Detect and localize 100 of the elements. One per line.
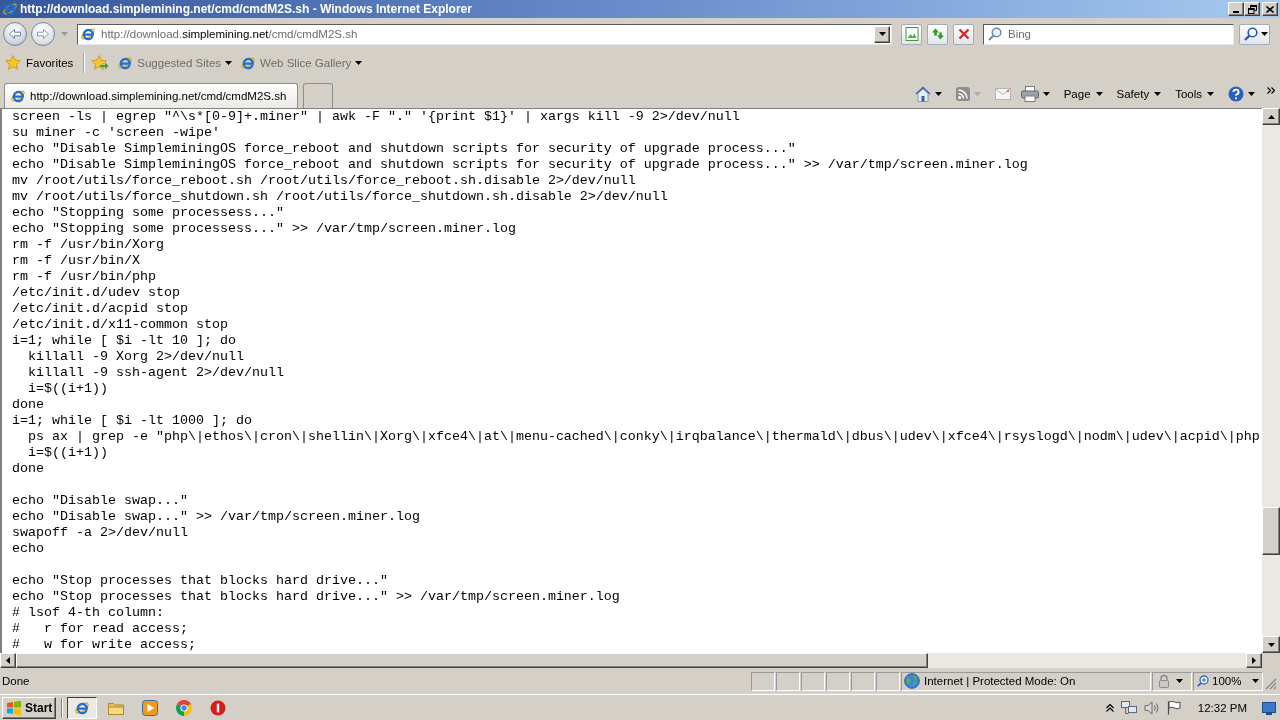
code-line: echo "Stop processes that blocks hard drive..." >> /var/tmp/screen.miner.log [12, 589, 620, 605]
code-line: rm -f /usr/bin/X [12, 253, 140, 269]
scroll-down-button[interactable] [1262, 636, 1280, 653]
dropdown-button[interactable] [874, 25, 890, 43]
caret-icon [1207, 92, 1214, 96]
printer-icon[interactable] [1020, 86, 1039, 102]
compatibility-view-button[interactable] [901, 23, 922, 45]
address-field[interactable]: http://download.simplemining.net/cmd/cmdM2S.sh [77, 23, 892, 45]
code-line: i=$((i+1)) [27, 381, 108, 397]
refresh-button[interactable] [927, 23, 948, 45]
caret-icon [973, 92, 981, 96]
flag-icon[interactable] [1166, 700, 1181, 715]
minimize-icon [1233, 11, 1239, 13]
restore-button[interactable] [1244, 2, 1260, 16]
code-line: su miner -c 'screen -wipe' [12, 125, 220, 141]
browser-logo-icon [74, 699, 90, 716]
back-button[interactable] [3, 22, 27, 46]
caret-icon [878, 32, 886, 36]
status-panel [851, 671, 875, 691]
favorites-bar-item[interactable]: Suggested Sites [117, 55, 233, 71]
protected-mode-button[interactable] [1152, 671, 1192, 691]
close-icon [1266, 5, 1274, 13]
restore-icon [1247, 4, 1257, 14]
browser-logo-icon [80, 26, 96, 42]
code-line: /etc/init.d/acpid stop [12, 301, 188, 317]
browser-tab[interactable]: http://download.simplemining.net/cmd/cmdM2S.sh [4, 83, 298, 108]
vertical-scrollbar[interactable] [1262, 108, 1280, 653]
code-line: i=$((i+1)) [27, 445, 108, 461]
right-triangle-icon [1252, 657, 1256, 664]
home-icon[interactable] [914, 86, 931, 102]
show-desktop-icon[interactable] [1262, 700, 1276, 715]
favorites-button[interactable]: Favorites [5, 55, 74, 71]
search-field[interactable]: Bing [983, 23, 1234, 45]
search-icon [1244, 27, 1258, 41]
code-line: mv /root/utils/force_shutdown.sh /root/utils/force_shutdown.sh.disable 2>/dev/null [12, 189, 668, 205]
feed-icon[interactable] [955, 87, 970, 101]
star-arrow-icon[interactable] [91, 55, 110, 71]
command-menu-button[interactable]: Tools [1175, 88, 1214, 100]
page-logo-icon [117, 55, 134, 71]
clock-text: 12:32 PM [1197, 701, 1247, 714]
window-title: http://download.simplemining.net/cmd/cmdM2S.sh - Windows Internet Explorer [20, 2, 472, 16]
windows-flag-icon [6, 699, 22, 716]
command-menu-button[interactable]: Safety [1116, 88, 1162, 100]
minimize-button[interactable] [1228, 2, 1244, 16]
up-chevron-icon[interactable] [1105, 703, 1114, 712]
resize-grip-icon[interactable] [1265, 678, 1277, 690]
code-line: echo "Disable swap..." >> /var/tmp/screen.miner.log [12, 509, 420, 525]
code-line: echo "Disable SimpleminingOS force_reboot and shutdown scripts for security of upgrade process..." >> /var/tmp/screen.miner.log [12, 157, 1028, 173]
caret-icon [1252, 679, 1260, 683]
zoom-button[interactable]: 100% [1193, 671, 1263, 691]
caret-icon [1176, 679, 1183, 683]
status-panel [801, 671, 825, 691]
caret-icon [1154, 92, 1162, 96]
scroll-left-button[interactable] [0, 653, 16, 668]
browser-logo-icon [2, 1, 18, 17]
code-line: echo "Stopping some processess..." [12, 205, 284, 221]
speaker-icon[interactable] [1143, 700, 1160, 715]
code-line: swapoff -a 2>/dev/null [12, 525, 188, 541]
start-button[interactable]: Start [2, 696, 56, 719]
code-line: killall -9 ssh-agent 2>/dev/null [27, 365, 284, 381]
code-line: i=1; while [ $i -lt 1000 ]; do [12, 413, 252, 429]
stop-button[interactable] [953, 23, 974, 45]
network-icon[interactable] [1120, 700, 1137, 715]
zone-text: Internet | Protected Mode: On [924, 675, 1076, 687]
play-icon [142, 699, 158, 716]
code-line: echo "Disable swap..." [12, 493, 188, 509]
caret-icon [1042, 92, 1050, 96]
page-logo-icon [240, 55, 257, 71]
code-line: mv /root/utils/force_reboot.sh /root/utils/force_reboot.sh.disable 2>/dev/null [12, 173, 636, 189]
code-line: /etc/init.d/udev stop [12, 285, 180, 301]
down-triangle-icon [1267, 642, 1275, 647]
tricolor-circle-icon [176, 699, 192, 716]
code-line: # lsof 4-th column: [12, 605, 164, 621]
scroll-thumb[interactable] [1262, 507, 1280, 555]
scroll-up-button[interactable] [1262, 108, 1280, 125]
forward-button[interactable] [31, 22, 55, 46]
status-panel [751, 671, 775, 691]
caret-icon [225, 61, 233, 65]
caret-icon [1261, 32, 1268, 36]
search-button[interactable] [1239, 23, 1270, 45]
browser-logo-icon [10, 88, 26, 104]
taskbar-button[interactable] [67, 696, 97, 719]
search-icon [988, 26, 1002, 41]
chevron-icon[interactable] [1267, 86, 1275, 94]
page-icon [904, 27, 919, 41]
code-line: echo "Stop processes that blocks hard drive..." [12, 573, 388, 589]
up-triangle-icon [1267, 114, 1275, 119]
caret-icon [355, 61, 363, 65]
globe-icon [904, 673, 920, 689]
code-line: echo "Stopping some processess..." >> /var/tmp/screen.miner.log [12, 221, 516, 237]
code-line: screen -ls | egrep "^\s*[0-9]+.miner" | awk -F "." '{print $1}' | xargs kill -9 2>/dev/null [12, 109, 740, 125]
padlock-icon [1157, 674, 1171, 688]
command-menu-button[interactable]: Page [1063, 88, 1103, 100]
code-line: rm -f /usr/bin/Xorg [12, 237, 164, 253]
close-button[interactable] [1262, 2, 1278, 16]
code-line: echo "Disable SimpleminingOS force_reboot and shutdown scripts for security of upgrade process..." [12, 141, 796, 157]
scroll-thumb[interactable] [16, 653, 928, 668]
scroll-right-button[interactable] [1246, 653, 1262, 668]
help-icon[interactable] [1228, 86, 1244, 102]
horizontal-scrollbar[interactable] [0, 653, 1262, 668]
